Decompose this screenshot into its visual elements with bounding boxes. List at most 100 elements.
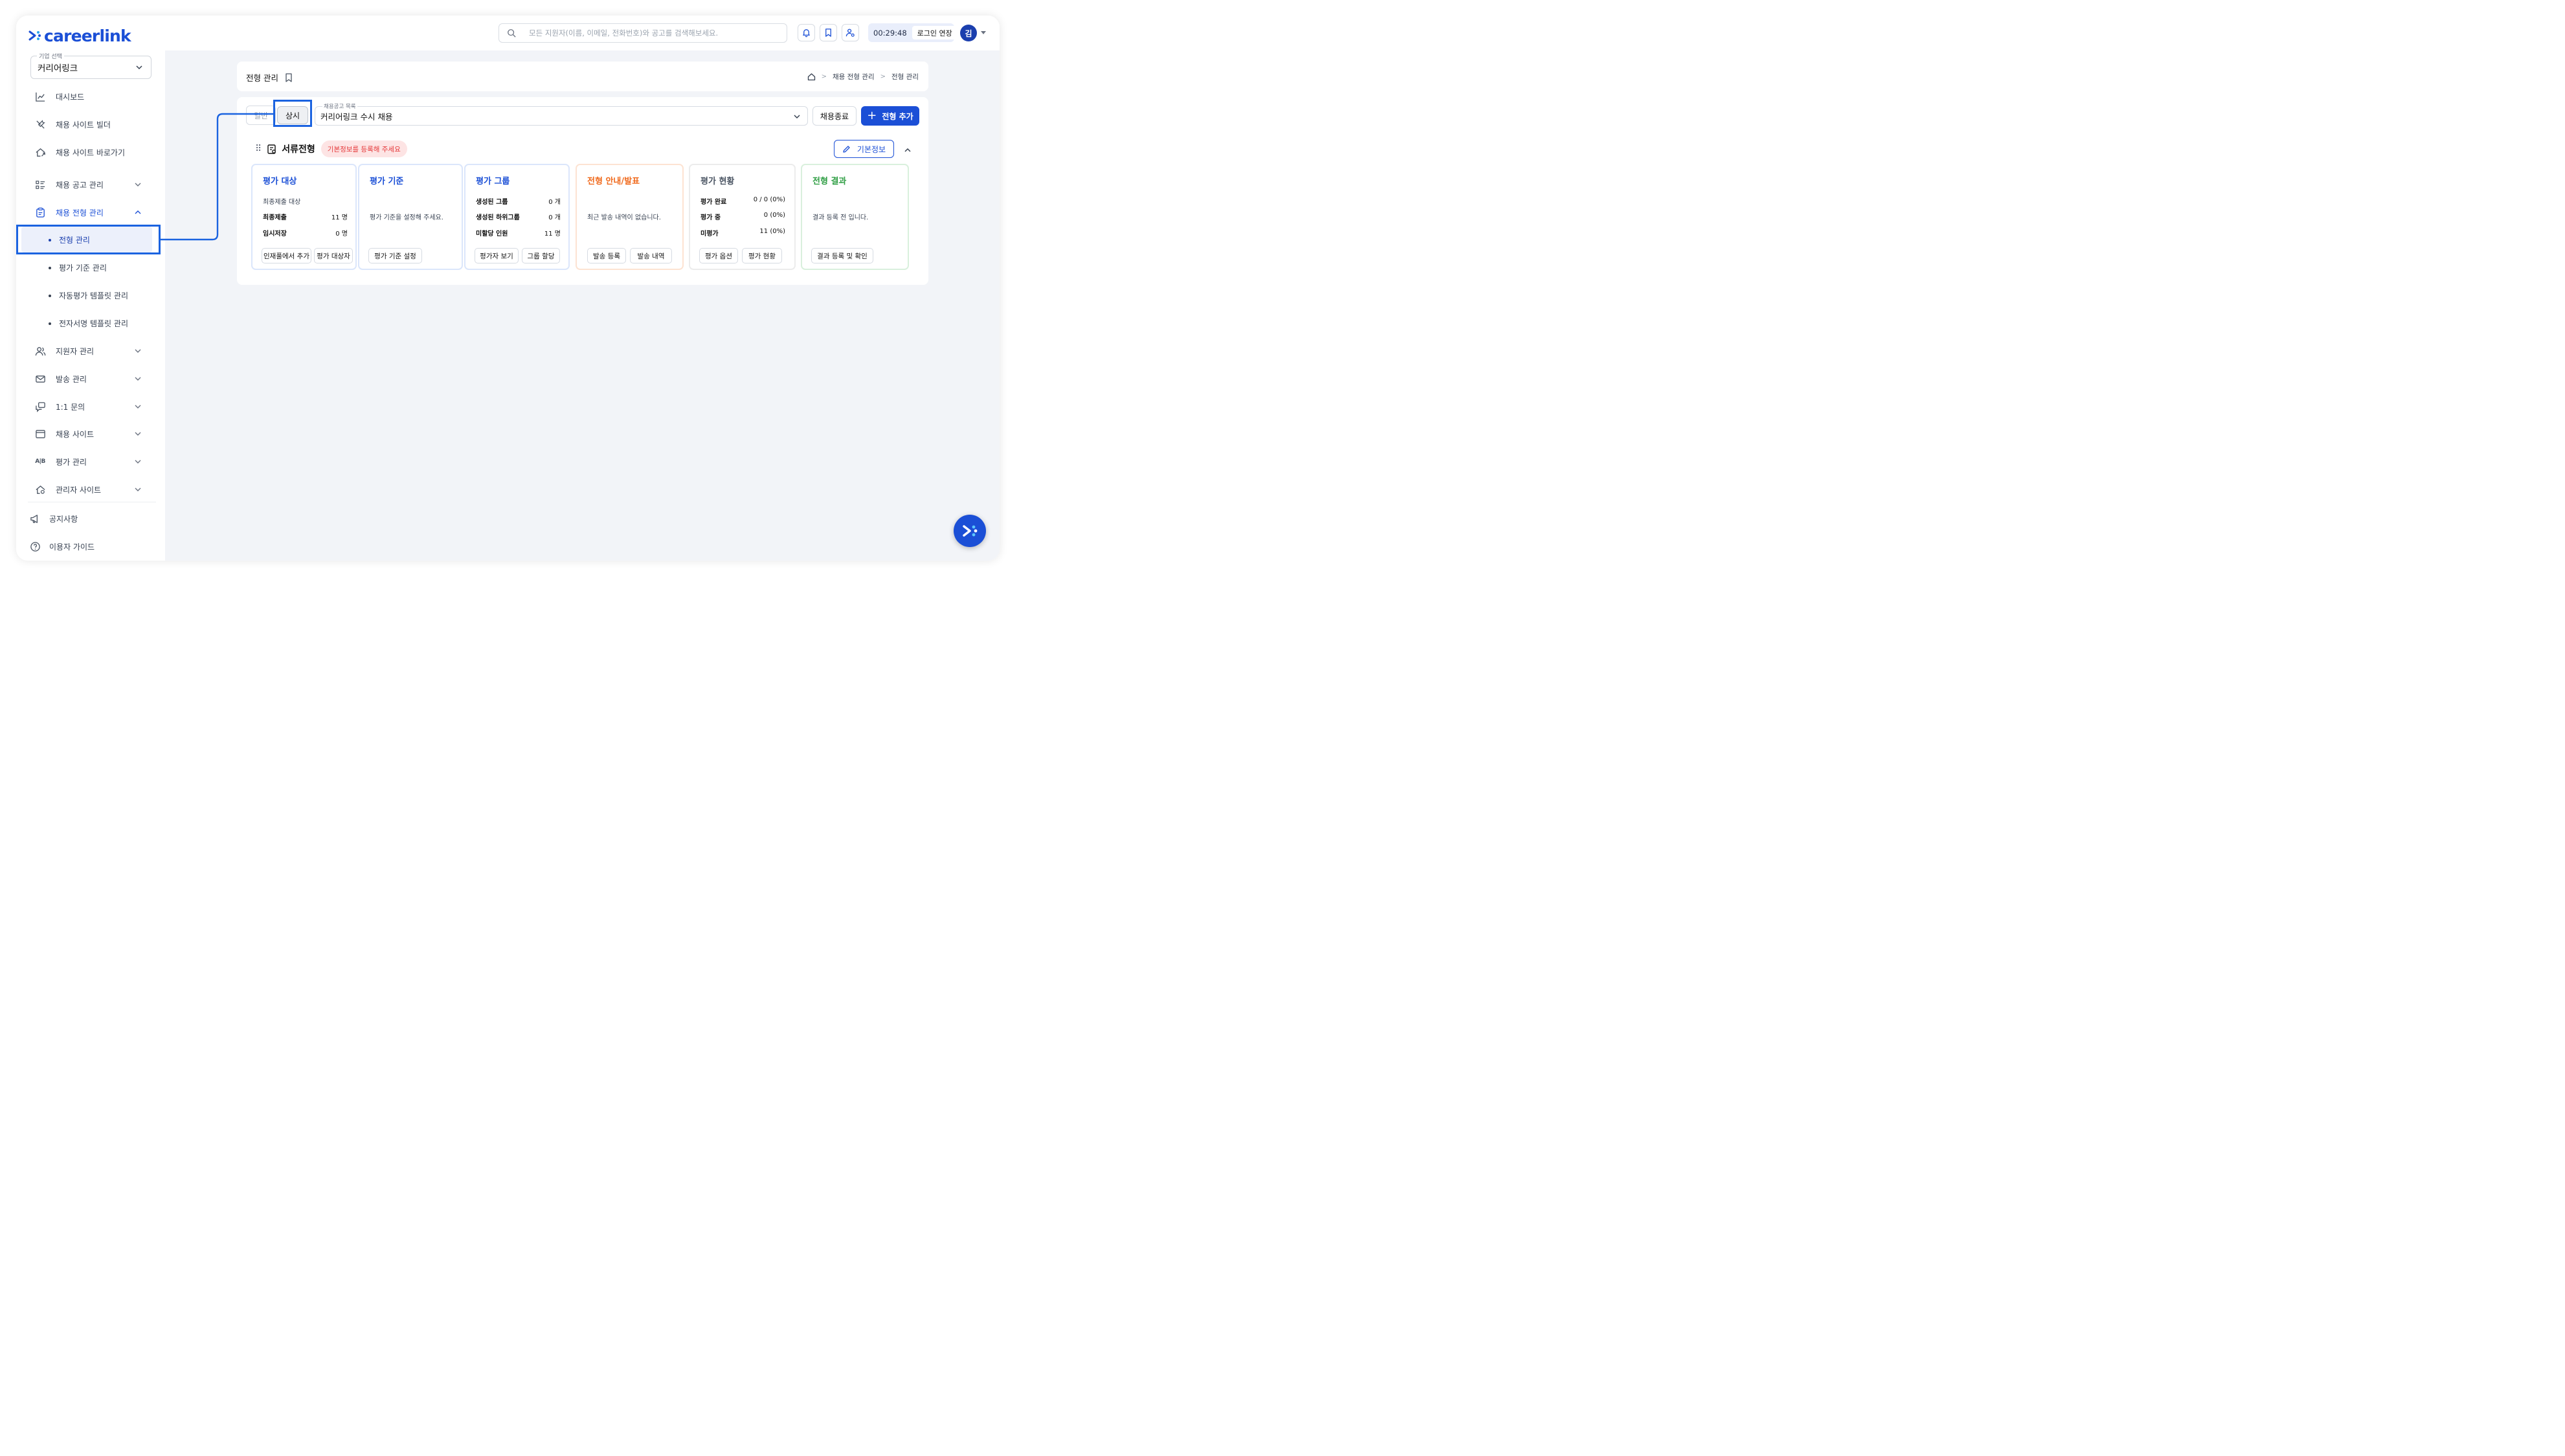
register-result-button[interactable]: 결과 등록 및 확인 [811, 248, 873, 263]
bookmark-icon[interactable] [285, 73, 293, 82]
sidebar-item-label: 1:1 문의 [56, 402, 85, 412]
search-icon [508, 29, 516, 38]
chat-icon [35, 401, 45, 412]
panel-row: 평가 중 0 (0%) [700, 212, 785, 221]
end-recruitment-button[interactable]: 채용종료 [812, 106, 857, 126]
timer-text: 00:29:48 [873, 28, 907, 38]
set-criteria-button[interactable]: 평가 기준 설정 [368, 248, 422, 263]
session-timer: 00:29:48 로그인 연장 [868, 23, 958, 42]
breadcrumb-item[interactable]: 전형 관리 [891, 72, 919, 82]
basic-info-button[interactable]: 기본정보 [834, 140, 894, 158]
bookmark-button[interactable] [820, 24, 837, 41]
register-dispatch-button[interactable]: 발송 등록 [587, 248, 626, 263]
row-key: 미할당 인원 [476, 230, 508, 238]
window-icon [35, 429, 45, 438]
panel-title: 평가 대상 [263, 177, 297, 186]
sidebar-item-admin-site[interactable]: 관리자 사이트 [34, 482, 144, 497]
chevron-down-icon [135, 377, 141, 381]
chevron-down-icon [135, 405, 141, 409]
notification-button[interactable] [798, 24, 815, 41]
sidebar-subitem-auto-template[interactable]: 자동평가 템플릿 관리 [49, 290, 128, 301]
sidebar-item-dispatch[interactable]: 발송 관리 [34, 371, 144, 386]
sidebar-item-selection-management[interactable]: 채용 전형 관리 [34, 205, 144, 220]
tools-icon [36, 119, 45, 129]
logo[interactable]: careerlink [28, 26, 131, 45]
list-icon [35, 180, 45, 189]
row-key: 미평가 [700, 230, 719, 238]
view-evaluators-button[interactable]: 평가자 보기 [475, 248, 519, 263]
add-from-talent-pool-button[interactable]: 인재풀에서 추가 [262, 248, 311, 263]
sidebar-item-notice[interactable]: 공지사항 [29, 511, 139, 526]
panel-message: 최근 발송 내역이 없습니다. [587, 214, 661, 221]
sidebar-item-label: 채용 전형 관리 [56, 208, 104, 218]
sidebar-subitem-label: 자동평가 템플릿 관리 [59, 291, 128, 300]
tab-general[interactable]: 일반 [246, 106, 276, 125]
panel-title: 전형 결과 [812, 177, 847, 186]
row-value: 0 (0%) [763, 212, 785, 219]
evaluation-targets-button[interactable]: 평가 대상자 [314, 248, 353, 263]
main-content: 전형 관리 > 채용 전형 관리 > 전형 관리 일반 상시 채용공고 목록 커… [165, 50, 1000, 561]
sidebar-item-dashboard[interactable]: 대시보드 [34, 89, 144, 104]
global-search[interactable]: 모든 지원자(이름, 이메일, 전화번호)와 공고를 검색해보세요. [498, 23, 787, 43]
panel-subtitle: 최종제출 대상 [263, 199, 301, 206]
sidebar-item-site-builder[interactable]: 채용 사이트 빌더 [34, 117, 144, 132]
sidebar-subitem-criteria[interactable]: 평가 기준 관리 [49, 262, 107, 273]
row-value: 11 (0%) [759, 228, 785, 235]
avatar[interactable]: 김 [960, 25, 977, 41]
top-header: careerlink 모든 지원자(이름, 이메일, 전화번호)와 공고를 검색… [16, 16, 1000, 50]
ab-icon: A|B [35, 458, 45, 465]
sidebar-item-guide[interactable]: 이용자 가이드 [29, 539, 139, 554]
bullet-icon [49, 294, 51, 297]
sidebar-subitem-esign-template[interactable]: 전자서명 템플릿 관리 [49, 318, 128, 329]
sidebar-item-label: 채용 공고 관리 [56, 180, 104, 190]
breadcrumb-separator-icon: > [821, 73, 827, 80]
selection-card: 일반 상시 채용공고 목록 커리어링크 수시 채용 채용종료 + 전형 추가 ⠿… [237, 97, 928, 285]
user-settings-icon [846, 28, 855, 37]
row-key: 생성된 하위그룹 [476, 214, 520, 221]
home-icon[interactable] [807, 73, 816, 81]
row-key: 평가 완료 [700, 199, 727, 206]
company-select-label: 기업 선택 [37, 52, 64, 60]
add-stage-button[interactable]: + 전형 추가 [861, 106, 919, 126]
row-key: 최종제출 [263, 214, 287, 221]
row-value: 0 개 [548, 199, 561, 206]
page-header-bar: 전형 관리 > 채용 전형 관리 > 전형 관리 [237, 62, 928, 91]
chevron-up-icon[interactable] [904, 146, 912, 154]
search-placeholder: 모든 지원자(이름, 이메일, 전화번호)와 공고를 검색해보세요. [529, 28, 719, 38]
app-window: careerlink 모든 지원자(이름, 이메일, 전화번호)와 공고를 검색… [16, 16, 1000, 561]
posting-select[interactable]: 커리어링크 수시 채용 [315, 106, 808, 126]
sidebar-item-job-postings[interactable]: 채용 공고 관리 [34, 177, 144, 192]
bell-icon [803, 29, 810, 38]
breadcrumb-item[interactable]: 채용 전형 관리 [833, 72, 875, 82]
sidebar-item-applicants[interactable]: 지원자 관리 [34, 343, 144, 359]
chat-launcher-button[interactable] [954, 515, 986, 547]
sidebar-item-evaluation[interactable]: A|B 평가 관리 [34, 454, 144, 469]
page-title-text: 전형 관리 [246, 73, 278, 83]
drag-handle-icon[interactable]: ⠿ [255, 144, 262, 154]
sidebar-item-inquiry[interactable]: 1:1 문의 [34, 399, 144, 414]
avatar-caret-icon[interactable] [981, 31, 986, 34]
careerlink-chat-icon [963, 525, 978, 537]
clipboard-icon [36, 207, 45, 218]
row-value: 0 / 0 (0%) [753, 196, 785, 203]
dispatch-history-button[interactable]: 발송 내역 [630, 248, 672, 263]
panel-title: 평가 그룹 [476, 177, 510, 186]
row-key: 임시저장 [263, 230, 287, 238]
assign-group-button[interactable]: 그룹 할당 [522, 248, 560, 263]
row-key: 생성된 그룹 [476, 199, 508, 206]
sidebar-item-career-site[interactable]: 채용 사이트 [34, 426, 144, 442]
evaluation-status-button[interactable]: 평가 현황 [742, 248, 782, 263]
basic-info-label: 기본정보 [857, 144, 886, 154]
highlight-box-selection-menu [16, 225, 161, 254]
sidebar-item-site-shortcut[interactable]: 채용 사이트 바로가기 [34, 144, 144, 160]
breadcrumb: > 채용 전형 관리 > 전형 관리 [807, 72, 919, 82]
panel-selection-result: 전형 결과 결과 등록 전 입니다. 결과 등록 및 확인 [801, 164, 909, 270]
panel-row: 생성된 하위그룹 0 개 [476, 212, 561, 221]
highlight-box-permanent-tab [273, 100, 312, 127]
posting-select-value: 커리어링크 수시 채용 [320, 111, 393, 122]
user-settings-button[interactable] [842, 24, 859, 41]
extend-login-button[interactable]: 로그인 연장 [912, 26, 958, 39]
bullet-icon [49, 266, 51, 269]
panel-evaluation-status: 평가 현황 평가 완료 0 / 0 (0%) 평가 중 0 (0%) 미평가 1… [689, 164, 796, 270]
evaluation-options-button[interactable]: 평가 옵션 [699, 248, 738, 263]
